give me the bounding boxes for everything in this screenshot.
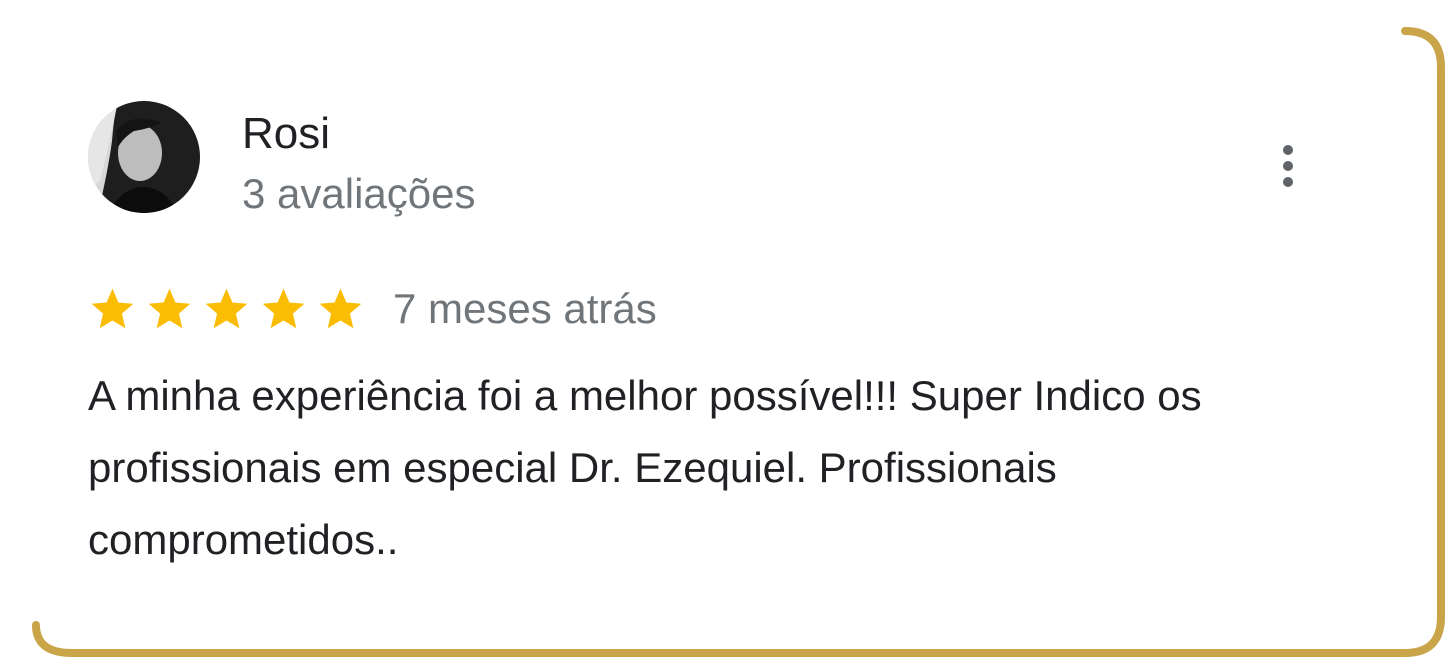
star-rating [88,282,365,336]
star-icon [319,288,362,328]
star-icon [91,288,134,328]
review-card: Rosi 3 avaliações 7 meses atrás A minha … [0,0,1447,660]
reviewer-avatar[interactable] [88,101,200,213]
review-text: A minha experiência foi a melhor possíve… [88,372,1202,563]
star-icon [262,288,305,328]
reviewer-review-count[interactable]: 3 avaliações [242,168,475,220]
star-icon [205,288,248,328]
review-date: 7 meses atrás [393,285,657,332]
more-vert-icon [1283,143,1293,189]
star-icon [148,288,191,328]
reviewer-photo-icon [88,101,200,213]
rating-row: 7 meses atrás [88,282,657,336]
reviewer-name[interactable]: Rosi [242,108,330,160]
more-options-button[interactable] [1268,138,1308,194]
